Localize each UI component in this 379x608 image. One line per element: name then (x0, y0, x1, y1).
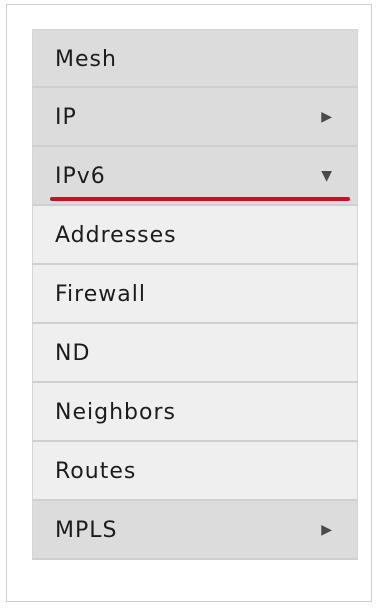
menu-item-label: MPLS (55, 518, 118, 543)
triangle-right-icon: ▶ (321, 522, 333, 538)
menu-item-neighbors[interactable]: Neighbors (32, 383, 358, 442)
menu-item-nd[interactable]: ND (32, 324, 358, 383)
menu-item-label: Firewall (55, 282, 146, 307)
menu-item-ip[interactable]: IP ▶ (32, 88, 358, 147)
menu-item-label: Routes (55, 459, 137, 484)
menu-item-label: IP (55, 105, 77, 130)
menu-item-label: Mesh (55, 47, 117, 72)
menu-item-label: Addresses (55, 223, 177, 248)
menu-item-mesh[interactable]: Mesh (32, 29, 358, 88)
side-menu: Mesh IP ▶ IPv6 ▼ Addresses Firewall ND N… (32, 29, 358, 560)
menu-item-label: ND (55, 341, 91, 366)
menu-item-mpls[interactable]: MPLS ▶ (32, 501, 358, 560)
highlight-underline (50, 197, 350, 201)
menu-item-addresses[interactable]: Addresses (32, 206, 358, 265)
menu-item-label: IPv6 (55, 164, 106, 189)
menu-item-routes[interactable]: Routes (32, 442, 358, 501)
menu-item-ipv6[interactable]: IPv6 ▼ (32, 147, 358, 206)
menu-item-firewall[interactable]: Firewall (32, 265, 358, 324)
menu-item-label: Neighbors (55, 400, 176, 425)
triangle-right-icon: ▶ (321, 109, 333, 125)
